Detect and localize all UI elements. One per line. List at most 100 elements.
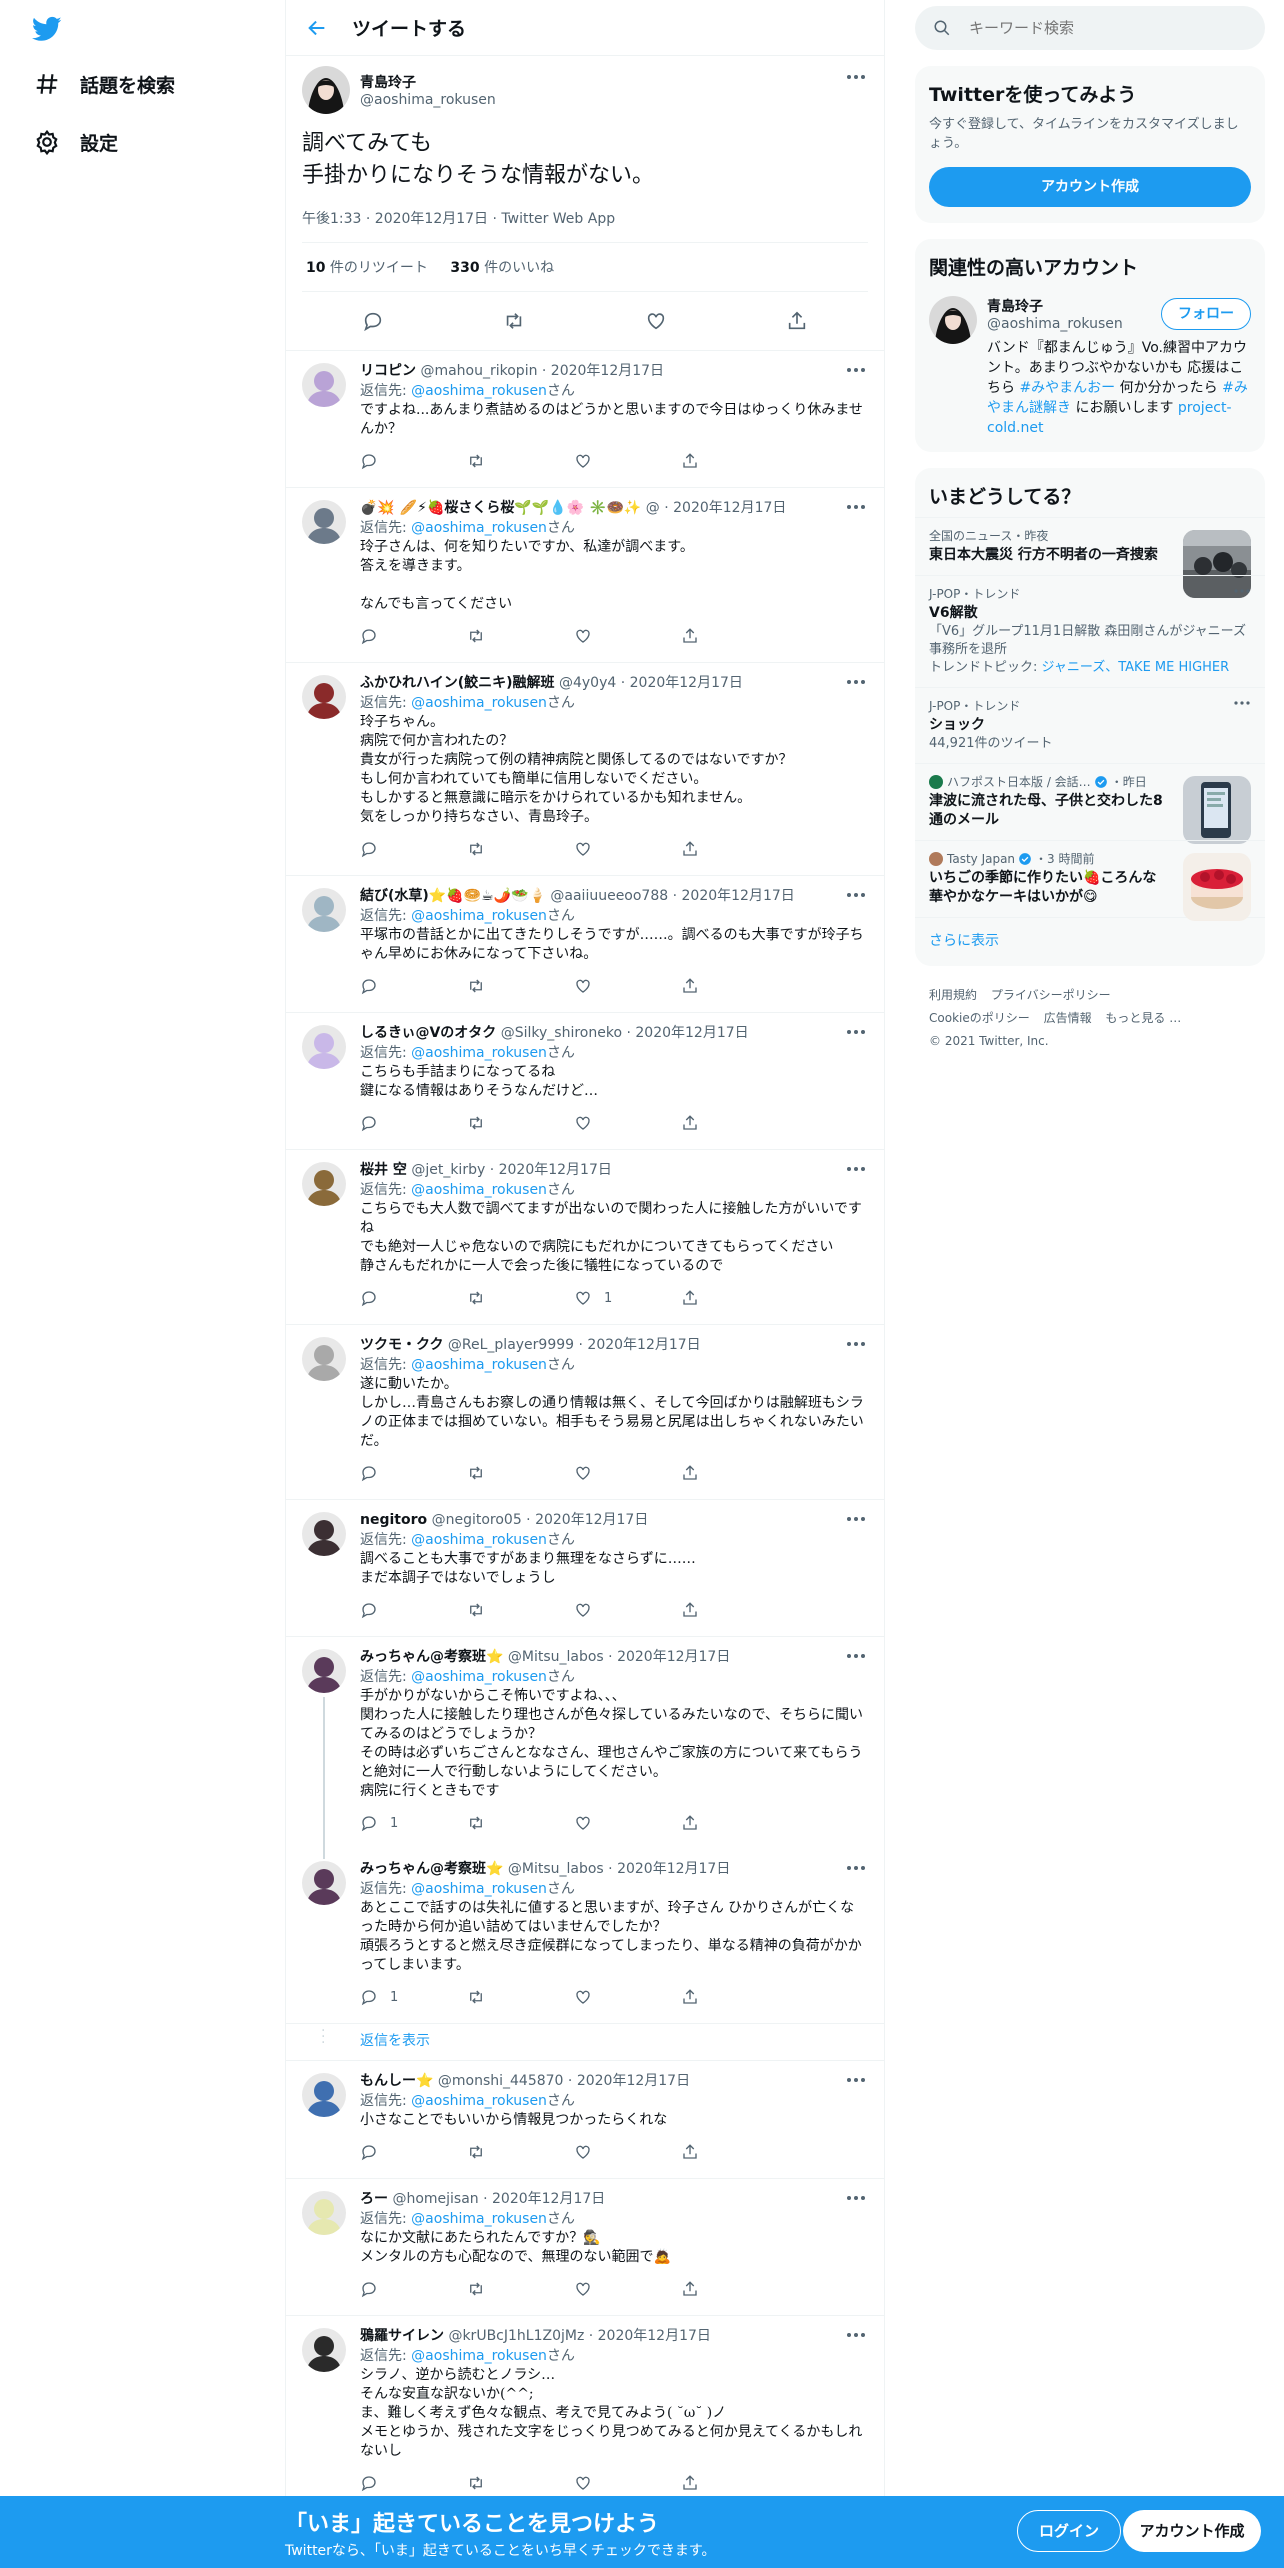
reply-tweet[interactable]: もんしー⭐ @monshi_445870 · 2020年12月17日 返信先: @… <box>286 2061 884 2179</box>
reply-tweet[interactable]: negitoro @negitoro05 · 2020年12月17日 返信先: @… <box>286 1500 884 1637</box>
like-count[interactable]: 330 <box>450 260 479 276</box>
reply-action[interactable] <box>360 840 467 858</box>
more-options-icon[interactable] <box>1233 586 1251 596</box>
avatar[interactable] <box>302 2328 346 2372</box>
avatar[interactable] <box>302 500 346 544</box>
mention-link[interactable]: @aoshima_rokusen <box>411 695 547 711</box>
like-action[interactable] <box>574 627 681 645</box>
author-name[interactable]: みっちゃん@考察班⭐ <box>360 1649 503 1665</box>
author-handle[interactable]: @negitoro05 · 2020年12月17日 <box>432 1512 649 1528</box>
avatar[interactable] <box>302 2191 346 2235</box>
nav-settings[interactable]: 設定 <box>34 122 118 162</box>
news-item[interactable]: Tasty Japan ・3 時間前 いちごの季節に作りたい🍓ころんな華やかなケ… <box>915 840 1265 921</box>
more-options-icon[interactable] <box>844 1649 868 1663</box>
mention-link[interactable]: @aoshima_rokusen <box>411 383 547 399</box>
like-count-label[interactable]: 件のいいね <box>480 260 554 276</box>
like-action[interactable] <box>574 2280 681 2298</box>
reply-action[interactable] <box>360 1114 467 1132</box>
terms-link[interactable]: 利用規約 <box>929 988 977 1002</box>
more-options-icon[interactable] <box>844 1162 868 1176</box>
more-options-icon[interactable] <box>844 1337 868 1351</box>
share-action[interactable] <box>681 1464 788 1482</box>
author-handle[interactable]: @Silky_shironeko · 2020年12月17日 <box>501 1025 749 1041</box>
login-button[interactable]: ログイン <box>1017 2510 1121 2552</box>
author-name[interactable]: ツクモ・クク <box>360 1337 443 1353</box>
retweet-action[interactable] <box>467 1601 574 1619</box>
like-action[interactable] <box>574 2143 681 2161</box>
mention-link[interactable]: @aoshima_rokusen <box>411 1182 547 1198</box>
more-options-icon[interactable] <box>1233 698 1251 708</box>
mention-link[interactable]: @aoshima_rokusen <box>411 2348 547 2364</box>
author-name[interactable]: 桜井 空 <box>360 1162 407 1178</box>
reply-tweet[interactable]: しるきぃ@Vのオタク @Silky_shironeko · 2020年12月17… <box>286 1013 884 1150</box>
like-icon[interactable] <box>645 310 667 332</box>
author-handle[interactable]: @homejisan · 2020年12月17日 <box>392 2191 605 2207</box>
share-action[interactable] <box>681 2474 788 2492</box>
author-name[interactable]: もんしー⭐ <box>360 2073 433 2089</box>
more-options-icon[interactable] <box>844 363 868 377</box>
avatar[interactable] <box>302 1162 346 1206</box>
create-account-button[interactable]: アカウント作成 <box>929 167 1251 207</box>
reply-tweet[interactable]: 鴉羅サイレン @krUBcJ1hL1Z0jMz · 2020年12月17日 返信先… <box>286 2316 884 2510</box>
search-box[interactable] <box>915 6 1265 50</box>
like-action[interactable] <box>574 2474 681 2492</box>
avatar[interactable] <box>929 296 977 344</box>
like-action[interactable] <box>574 1601 681 1619</box>
more-link[interactable]: もっと見る … <box>1105 1011 1181 1025</box>
author-handle[interactable]: @Mitsu_labos · 2020年12月17日 <box>508 1649 730 1665</box>
share-action[interactable] <box>681 1289 788 1307</box>
avatar[interactable] <box>302 66 350 114</box>
mention-link[interactable]: @aoshima_rokusen <box>411 1669 547 1685</box>
share-icon[interactable] <box>786 310 808 332</box>
author-name[interactable]: しるきぃ@Vのオタク <box>360 1025 496 1041</box>
mention-link[interactable]: @aoshima_rokusen <box>411 1045 547 1061</box>
author-name[interactable]: 鴉羅サイレン <box>360 2328 444 2344</box>
more-options-icon[interactable] <box>844 2073 868 2087</box>
like-action[interactable] <box>574 977 681 995</box>
retweet-action[interactable] <box>467 840 574 858</box>
like-action[interactable] <box>574 840 681 858</box>
retweet-action[interactable] <box>467 1814 574 1832</box>
avatar[interactable] <box>302 2073 346 2117</box>
trend-item[interactable]: J-POP・トレンド ショック 44,921件のツイート <box>915 687 1265 763</box>
author-handle[interactable]: @ReL_player9999 · 2020年12月17日 <box>448 1337 701 1353</box>
retweet-action[interactable] <box>467 627 574 645</box>
more-options-icon[interactable] <box>844 1512 868 1526</box>
like-action[interactable]: 1 <box>574 1289 681 1307</box>
more-options-icon[interactable] <box>844 500 868 514</box>
reply-tweet[interactable]: ふかひれハイン(鮫ニキ)融解班 @4y0y4 · 2020年12月17日 返信先:… <box>286 663 884 876</box>
back-arrow-icon[interactable] <box>306 17 328 39</box>
mention-link[interactable]: @aoshima_rokusen <box>411 2093 547 2109</box>
reply-action[interactable] <box>360 452 467 470</box>
reply-tweet[interactable]: みっちゃん@考察班⭐ @Mitsu_labos · 2020年12月17日 返信先… <box>286 1637 884 1859</box>
like-action[interactable] <box>574 1114 681 1132</box>
more-options-icon[interactable] <box>844 888 868 902</box>
reply-action[interactable] <box>360 1601 467 1619</box>
reply-tweet[interactable]: みっちゃん@考察班⭐ @Mitsu_labos · 2020年12月17日 返信先… <box>286 1849 884 2024</box>
reply-action[interactable] <box>360 977 467 995</box>
author-name[interactable]: みっちゃん@考察班⭐ <box>360 1861 503 1877</box>
retweet-count-label[interactable]: 件のリツイート <box>325 260 428 276</box>
retweet-action[interactable] <box>467 2474 574 2492</box>
author-handle[interactable]: @jet_kirby · 2020年12月17日 <box>411 1162 612 1178</box>
share-action[interactable] <box>681 977 788 995</box>
author-handle[interactable]: @Mitsu_labos · 2020年12月17日 <box>508 1861 730 1877</box>
retweet-action[interactable] <box>467 1988 574 2006</box>
like-action[interactable] <box>574 1464 681 1482</box>
reply-tweet[interactable]: ツクモ・クク @ReL_player9999 · 2020年12月17日 返信先:… <box>286 1325 884 1500</box>
author-handle[interactable]: @aoshima_rokusen <box>360 92 496 108</box>
nav-explore[interactable]: 話題を検索 <box>34 64 175 104</box>
author-handle[interactable]: @monshi_445870 · 2020年12月17日 <box>438 2073 690 2089</box>
reply-action[interactable] <box>360 2474 467 2492</box>
avatar[interactable] <box>302 675 346 719</box>
privacy-link[interactable]: プライバシーポリシー <box>991 988 1111 1002</box>
author-name[interactable]: 青島玲子 <box>360 72 496 92</box>
show-more-link[interactable]: さらに表示 <box>915 917 1265 966</box>
reply-action[interactable] <box>360 1464 467 1482</box>
more-options-icon[interactable] <box>844 70 868 84</box>
news-item[interactable]: ハフポスト日本版 / 会話… ・昨日 津波に流された母、子供と交わした8通のメー… <box>915 763 1265 844</box>
like-action[interactable] <box>574 1988 681 2006</box>
author-name[interactable]: リコピン <box>360 363 416 379</box>
author-handle[interactable]: @aaiiuueeoo788 · 2020年12月17日 <box>550 888 794 904</box>
retweet-action[interactable] <box>467 1114 574 1132</box>
